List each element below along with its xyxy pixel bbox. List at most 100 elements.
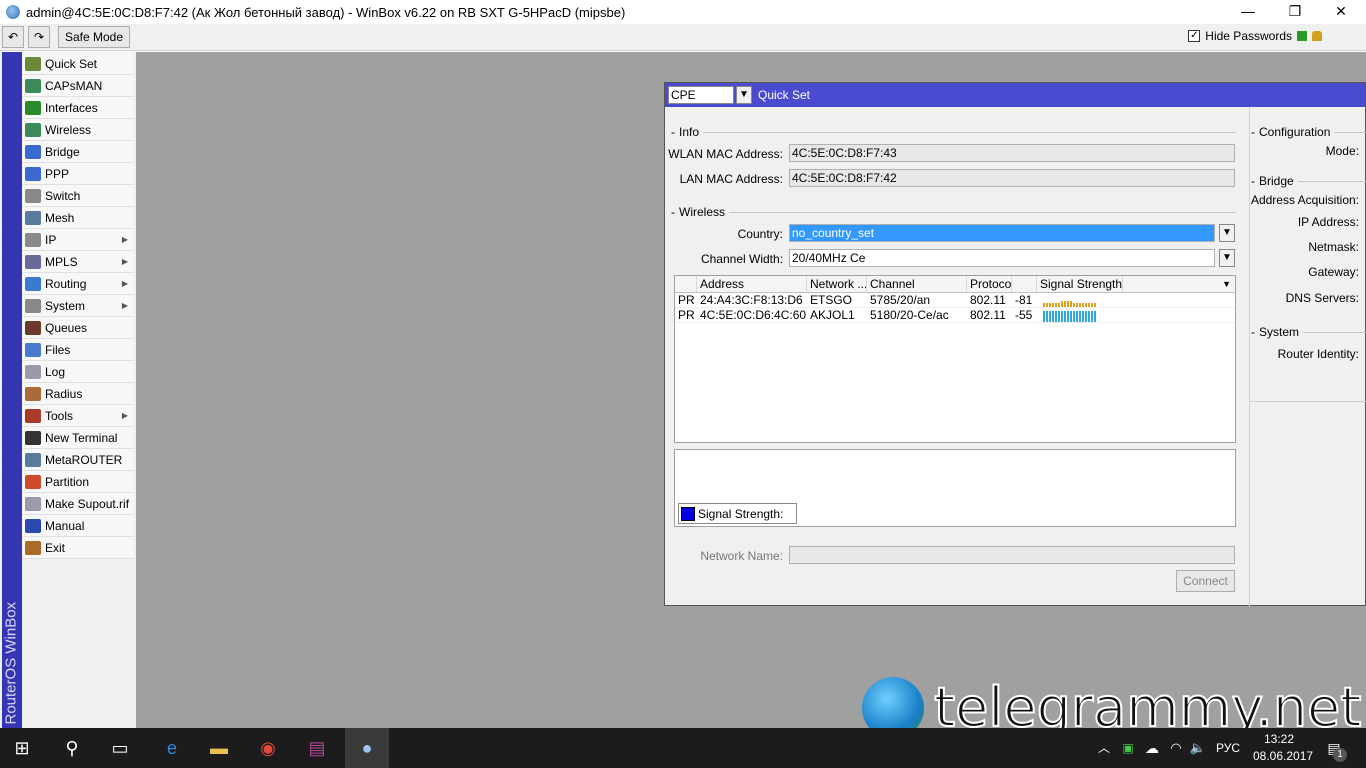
- sidebar-item-bridge[interactable]: Bridge: [22, 141, 134, 163]
- sidebar-item-quick-set[interactable]: Quick Set: [22, 53, 134, 75]
- redo-button[interactable]: ↷: [28, 26, 50, 48]
- task-view-icon[interactable]: ▭: [108, 736, 132, 760]
- battery-icon[interactable]: ▣: [1116, 736, 1140, 760]
- submenu-arrow-icon: ▶: [121, 257, 128, 266]
- signal-bar: [1043, 303, 1045, 307]
- close-button[interactable]: ✕: [1318, 0, 1364, 24]
- dropdown-arrow-icon[interactable]: ▼: [736, 86, 752, 104]
- dropdown-arrow-icon[interactable]: ▼: [1219, 224, 1235, 242]
- volume-icon[interactable]: 🔈: [1186, 736, 1210, 760]
- country-select[interactable]: no_country_set: [789, 224, 1215, 242]
- menu-item-icon: [25, 144, 41, 159]
- col-channel[interactable]: Channel: [867, 276, 967, 292]
- wifi-icon[interactable]: ◠: [1164, 736, 1188, 760]
- signal-bar: [1064, 311, 1066, 322]
- hide-passwords-toggle[interactable]: ✓ Hide Passwords: [1188, 29, 1322, 43]
- sidebar-item-exit[interactable]: Exit: [22, 537, 134, 559]
- sidebar-item-make-supout-rif[interactable]: Make Supout.rif: [22, 493, 134, 515]
- winbox-taskbar-icon[interactable]: ●: [345, 728, 389, 768]
- clock-date[interactable]: 08.06.2017: [1253, 749, 1313, 763]
- safe-mode-button[interactable]: Safe Mode: [58, 26, 130, 48]
- clock-time[interactable]: 13:22: [1264, 732, 1294, 746]
- sidebar-item-partition[interactable]: Partition: [22, 471, 134, 493]
- cell-flags: PR: [678, 293, 695, 307]
- table-header: Address Network ... Channel Protocol Sig…: [675, 276, 1235, 293]
- sidebar-item-switch[interactable]: Switch: [22, 185, 134, 207]
- sidebar-item-files[interactable]: Files: [22, 339, 134, 361]
- signal-bar: [1073, 311, 1075, 322]
- sidebar-item-label: System: [45, 298, 86, 313]
- sidebar-item-system[interactable]: System ▶: [22, 295, 134, 317]
- sidebar-item-capsman[interactable]: CAPsMAN: [22, 75, 134, 97]
- signal-bar: [1070, 301, 1072, 307]
- sidebar-item-wireless[interactable]: Wireless: [22, 119, 134, 141]
- sidebar-item-radius[interactable]: Radius: [22, 383, 134, 405]
- col-signal[interactable]: [1012, 276, 1037, 292]
- sidebar-item-metarouter[interactable]: MetaROUTER: [22, 449, 134, 471]
- sidebar-item-log[interactable]: Log: [22, 361, 134, 383]
- signal-bar: [1079, 311, 1081, 322]
- signal-bar: [1082, 311, 1084, 322]
- sidebar-item-routing[interactable]: Routing ▶: [22, 273, 134, 295]
- submenu-arrow-icon: ▶: [121, 301, 128, 310]
- menu-item-icon: [25, 408, 41, 423]
- col-address[interactable]: Address: [697, 276, 807, 292]
- menu-item-icon: [25, 298, 41, 313]
- hide-passwords-checkbox[interactable]: ✓: [1188, 30, 1201, 42]
- info-group: - Info: [671, 125, 1236, 139]
- sidebar-item-mpls[interactable]: MPLS ▶: [22, 251, 134, 273]
- signal-bar: [1061, 301, 1063, 307]
- sidebar-item-ip[interactable]: IP ▶: [22, 229, 134, 251]
- language-indicator[interactable]: РУС: [1216, 741, 1240, 755]
- onedrive-icon[interactable]: ☁: [1140, 736, 1164, 760]
- channel-width-select[interactable]: 20/40MHz Ce: [789, 249, 1215, 267]
- sidebar-item-label: MetaROUTER: [45, 452, 123, 467]
- menu-item-icon: [25, 100, 41, 115]
- menu-item-icon: [25, 122, 41, 137]
- windows-start-icon[interactable]: ⊞: [10, 736, 34, 760]
- submenu-arrow-icon: ▶: [121, 279, 128, 288]
- col-protocol[interactable]: Protocol: [967, 276, 1012, 292]
- sidebar-item-label: Tools: [45, 408, 74, 423]
- sidebar-item-interfaces[interactable]: Interfaces: [22, 97, 134, 119]
- connect-button[interactable]: Connect: [1176, 570, 1235, 592]
- search-icon[interactable]: ⚲: [60, 736, 84, 760]
- file-explorer-icon[interactable]: ▬: [207, 736, 231, 760]
- winrar-icon[interactable]: ▤: [305, 736, 329, 760]
- show-hidden-icons[interactable]: ︿: [1092, 736, 1116, 760]
- edge-icon[interactable]: e: [160, 736, 184, 760]
- undo-button[interactable]: ↶: [2, 26, 24, 48]
- signal-bar: [1043, 311, 1045, 322]
- wireless-group: - Wireless: [671, 205, 1236, 219]
- sidebar-item-label: Partition: [45, 474, 90, 489]
- configuration-group: - Configuration: [1251, 125, 1366, 139]
- maximize-button[interactable]: ❐: [1272, 0, 1318, 24]
- sidebar-item-ppp[interactable]: PPP: [22, 163, 134, 185]
- cell-signal: -55: [1015, 308, 1033, 322]
- sidebar-item-label: Radius: [45, 386, 83, 401]
- table-row[interactable]: PR 24:A4:3C:F8:13:D6 ETSGO 5785/20/an 802.11…: [675, 293, 1235, 308]
- sidebar-brand-strip: RouterOS WinBox: [2, 52, 22, 728]
- dropdown-arrow-icon[interactable]: ▼: [1219, 249, 1235, 267]
- wlan-mac-field: 4C:5E:0C:D8:F7:43: [789, 144, 1235, 162]
- sidebar-item-label: CAPsMAN: [45, 78, 103, 93]
- col-flags[interactable]: [675, 276, 697, 292]
- mode-select[interactable]: CPE: [668, 86, 734, 104]
- sidebar-item-label: Wireless: [45, 122, 92, 137]
- table-row[interactable]: PR 4C:5E:0C:D6:4C:60 AKJOL1 5180/20-Ce/ac 80…: [675, 308, 1235, 323]
- group-heading: Info: [679, 125, 700, 139]
- col-signal-strength[interactable]: Signal Strength: [1037, 276, 1123, 292]
- sidebar-item-new-terminal[interactable]: New Terminal: [22, 427, 134, 449]
- col-network[interactable]: Network ...: [807, 276, 867, 292]
- sidebar-item-queues[interactable]: Queues: [22, 317, 134, 339]
- sidebar-item-label: Bridge: [45, 144, 80, 159]
- chrome-icon[interactable]: ◉: [256, 736, 280, 760]
- sidebar-item-tools[interactable]: Tools ▶: [22, 405, 134, 427]
- sidebar-item-manual[interactable]: Manual: [22, 515, 134, 537]
- minimize-button[interactable]: —: [1225, 0, 1271, 24]
- network-name-field[interactable]: [789, 546, 1235, 564]
- menu-item-icon: [25, 540, 41, 555]
- sidebar-item-mesh[interactable]: Mesh: [22, 207, 134, 229]
- signal-bar: [1094, 311, 1096, 322]
- column-menu-icon[interactable]: ▼: [1123, 276, 1235, 292]
